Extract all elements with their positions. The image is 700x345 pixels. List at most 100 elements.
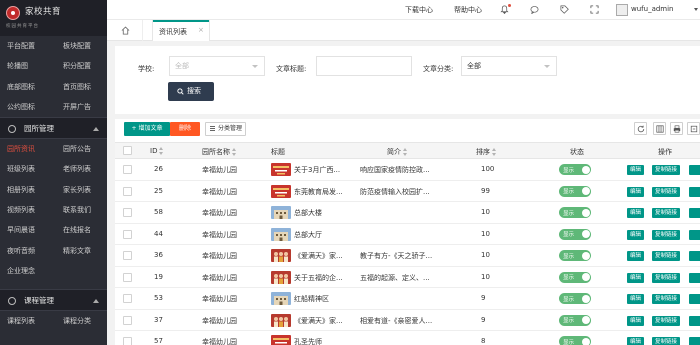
status-toggle[interactable]: 显示 bbox=[559, 314, 591, 326]
menu-teacher-list[interactable]: 老师列表 bbox=[56, 159, 107, 179]
close-icon[interactable]: × bbox=[198, 26, 204, 34]
title-input[interactable] bbox=[316, 56, 412, 76]
more-button[interactable] bbox=[689, 337, 700, 345]
school-select[interactable]: 全部 bbox=[169, 56, 265, 76]
copy-link-button[interactable]: 复制链接 bbox=[652, 208, 681, 218]
search-button[interactable]: 搜索 bbox=[168, 82, 214, 101]
more-button[interactable] bbox=[689, 229, 700, 240]
menu-platform-config[interactable]: 平台配置 bbox=[0, 36, 56, 56]
row-checkbox[interactable] bbox=[123, 208, 132, 217]
status-toggle[interactable]: 显示 bbox=[559, 250, 591, 261]
menu-school-notice[interactable]: 园所公告 bbox=[56, 139, 107, 159]
add-article-button[interactable]: + 增加文章 bbox=[124, 122, 170, 136]
status-toggle[interactable]: 显示 bbox=[559, 336, 591, 345]
export-button[interactable] bbox=[687, 122, 700, 135]
columns-button[interactable] bbox=[653, 122, 666, 135]
row-checkbox[interactable] bbox=[123, 186, 132, 196]
menu-carousel[interactable]: 轮播图 bbox=[0, 56, 56, 76]
edit-button[interactable]: 编辑 bbox=[627, 294, 645, 304]
edit-button[interactable]: 编辑 bbox=[627, 229, 645, 240]
menu-night-audio[interactable]: 夜听音频 bbox=[0, 241, 56, 261]
download-center-link[interactable]: 下载中心 bbox=[405, 5, 433, 15]
copy-link-button[interactable]: 复制链接 bbox=[652, 229, 681, 240]
row-checkbox[interactable] bbox=[123, 251, 132, 260]
menu-course-list[interactable]: 课程列表 bbox=[0, 311, 56, 331]
username[interactable]: wufu_admin bbox=[631, 5, 674, 13]
chevron-down-icon[interactable] bbox=[694, 8, 698, 11]
delete-button[interactable]: 删除 bbox=[170, 122, 200, 136]
menu-splash-ad[interactable]: 开屏广告 bbox=[56, 97, 107, 117]
category-select[interactable]: 全部 bbox=[461, 56, 557, 76]
group-course-management[interactable]: 课程管理 bbox=[0, 289, 107, 312]
menu-album-list[interactable]: 相册列表 bbox=[0, 180, 56, 200]
more-button[interactable] bbox=[689, 208, 700, 218]
menu-parent-list[interactable]: 家长列表 bbox=[56, 180, 107, 200]
row-checkbox[interactable] bbox=[123, 337, 132, 345]
status-toggle[interactable]: 显示 bbox=[559, 185, 591, 197]
chat-icon[interactable] bbox=[530, 5, 539, 14]
more-button[interactable] bbox=[689, 315, 700, 326]
menu-points-config[interactable]: 积分配置 bbox=[56, 56, 107, 76]
menu-class-list[interactable]: 班级列表 bbox=[0, 159, 56, 179]
copy-link-button[interactable]: 复制链接 bbox=[652, 337, 681, 345]
menu-home-icons[interactable]: 首页图标 bbox=[56, 77, 107, 97]
row-checkbox[interactable] bbox=[123, 165, 132, 174]
status-toggle[interactable]: 显示 bbox=[559, 271, 591, 283]
edit-button[interactable]: 编辑 bbox=[627, 337, 645, 345]
print-icon bbox=[673, 125, 681, 133]
row-checkbox[interactable] bbox=[123, 272, 132, 282]
menu-convention-icons[interactable]: 公约图标 bbox=[0, 97, 56, 117]
copy-link-button[interactable]: 复制链接 bbox=[652, 294, 681, 304]
cell-id: 36 bbox=[154, 251, 163, 259]
category-manage-button[interactable]: 分类管理 bbox=[205, 122, 246, 136]
home-tab[interactable] bbox=[107, 20, 143, 41]
edit-button[interactable]: 编辑 bbox=[627, 272, 645, 283]
copy-link-button[interactable]: 复制链接 bbox=[652, 315, 681, 326]
copy-link-button[interactable]: 复制链接 bbox=[652, 186, 681, 197]
menu-section-config[interactable]: 板块配置 bbox=[56, 36, 107, 56]
row-checkbox[interactable] bbox=[123, 315, 132, 325]
home-icon bbox=[121, 26, 130, 35]
more-button[interactable] bbox=[689, 272, 700, 283]
menu-contact-us[interactable]: 联系我们 bbox=[56, 200, 107, 220]
menu-school-news[interactable]: 园所资讯 bbox=[0, 139, 56, 159]
row-checkbox[interactable] bbox=[123, 229, 132, 239]
help-center-link[interactable]: 帮助中心 bbox=[454, 5, 482, 15]
header-school[interactable]: 园所名称 bbox=[202, 147, 237, 157]
fullscreen-icon[interactable] bbox=[590, 5, 599, 14]
more-button[interactable] bbox=[689, 294, 700, 304]
more-button[interactable] bbox=[689, 165, 700, 175]
menu-company-philosophy[interactable]: 企业理念 bbox=[0, 261, 56, 281]
menu-bottom-icons[interactable]: 底部图标 bbox=[0, 77, 56, 97]
edit-button[interactable]: 编辑 bbox=[627, 208, 645, 218]
edit-button[interactable]: 编辑 bbox=[627, 251, 645, 261]
header-order[interactable]: 排序 bbox=[476, 147, 497, 157]
edit-button[interactable]: 编辑 bbox=[627, 165, 645, 175]
menu-online-signup[interactable]: 在线报名 bbox=[56, 220, 107, 240]
more-button[interactable] bbox=[689, 251, 700, 261]
edit-button[interactable]: 编辑 bbox=[627, 315, 645, 326]
copy-link-button[interactable]: 复制链接 bbox=[652, 251, 681, 261]
copy-link-button[interactable]: 复制链接 bbox=[652, 165, 681, 175]
status-toggle[interactable]: 显示 bbox=[559, 164, 591, 175]
status-toggle[interactable]: 显示 bbox=[559, 228, 591, 240]
edit-button[interactable]: 编辑 bbox=[627, 186, 645, 197]
header-id[interactable]: ID bbox=[150, 147, 164, 155]
select-all-checkbox[interactable] bbox=[123, 146, 132, 155]
menu-course-category[interactable]: 课程分类 bbox=[56, 311, 107, 331]
status-toggle[interactable]: 显示 bbox=[559, 207, 591, 218]
row-checkbox[interactable] bbox=[123, 294, 132, 303]
group-school-management[interactable]: 园所管理 bbox=[0, 117, 107, 140]
refresh-button[interactable] bbox=[634, 122, 647, 135]
menu-featured-articles[interactable]: 精彩文章 bbox=[56, 241, 107, 261]
tag-icon[interactable] bbox=[560, 5, 569, 14]
copy-link-button[interactable]: 复制链接 bbox=[652, 272, 681, 283]
more-button[interactable] bbox=[689, 186, 700, 197]
tab-news-list[interactable]: 资讯列表 × bbox=[152, 20, 210, 41]
status-toggle[interactable]: 显示 bbox=[559, 293, 591, 304]
header-summary[interactable]: 简介 bbox=[387, 147, 408, 157]
menu-video-list[interactable]: 视频列表 bbox=[0, 200, 56, 220]
menu-morning-words[interactable]: 早间晨语 bbox=[0, 220, 56, 240]
print-button[interactable] bbox=[670, 122, 683, 135]
avatar[interactable] bbox=[616, 4, 628, 16]
